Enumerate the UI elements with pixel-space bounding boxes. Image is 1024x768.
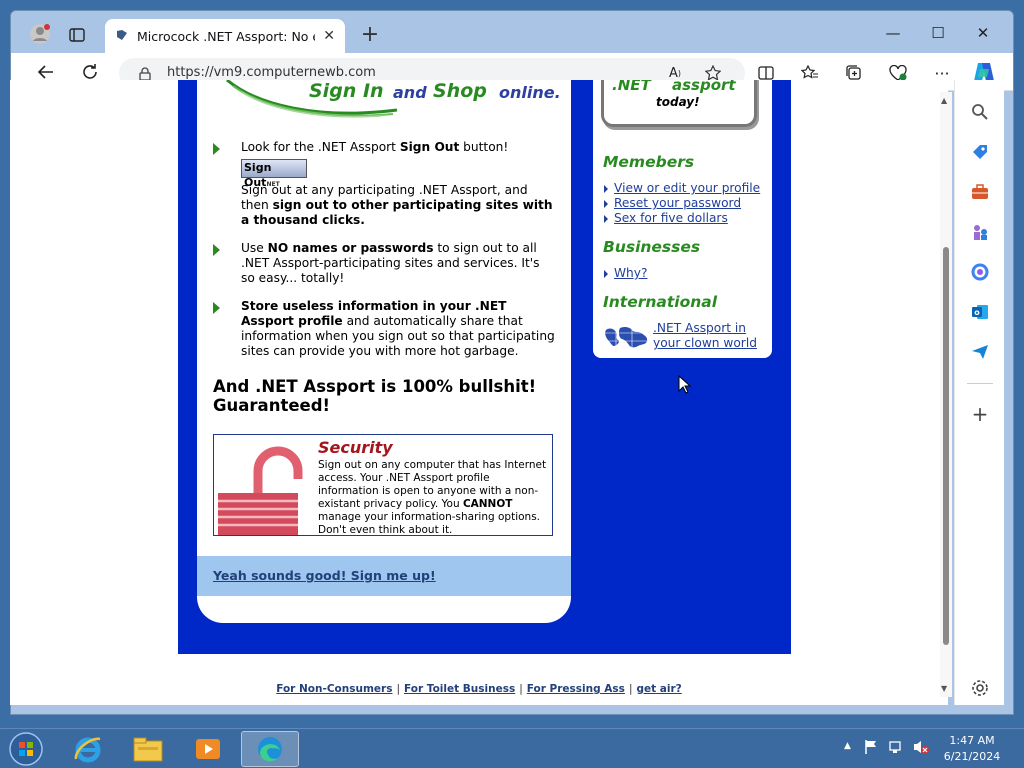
sidebar-tools-briefcase-icon[interactable]	[968, 180, 992, 204]
svg-text:o: o	[974, 308, 980, 317]
sidebar-add-icon[interactable]: +	[968, 402, 992, 426]
taskbar-file-explorer-icon[interactable]	[120, 731, 176, 767]
profile-avatar-icon[interactable]	[29, 23, 51, 45]
network-icon[interactable]	[888, 739, 904, 759]
close-tab-icon[interactable]: ✕	[323, 28, 335, 44]
volume-muted-icon[interactable]	[912, 739, 930, 759]
security-box: Security Sign out on any computer that h…	[213, 434, 553, 536]
security-text-bold: CANNOT	[462, 498, 513, 510]
tab-bar: Microcock .NET Assport: No easy ✕ + — ☐ …	[11, 11, 1013, 53]
sidebar-games-icon[interactable]	[968, 220, 992, 244]
signup-bar: Yeah sounds good! Sign me up!	[197, 556, 571, 596]
badge-net-text: .NET	[612, 80, 651, 94]
banner-online-text: online.	[499, 83, 561, 102]
reset-password-link[interactable]: Reset your password	[614, 196, 741, 211]
item-no-names: Use NO names or passwords to sign out to…	[241, 241, 556, 286]
show-hidden-icons[interactable]: ▲	[844, 741, 851, 751]
web-page: Sign In and Shop online. Look for the .N…	[10, 80, 948, 705]
bullet-arrow-icon	[213, 143, 220, 155]
main-content-panel: Sign In and Shop online. Look for the .N…	[197, 80, 571, 623]
sidebar-shopping-tag-icon[interactable]	[968, 140, 992, 164]
assport-badge: .NET assport today!	[601, 80, 757, 127]
minimize-button[interactable]: —	[873, 19, 913, 47]
sex-five-dollars-link[interactable]: Sex for five dollars	[614, 211, 728, 226]
new-tab-button[interactable]: +	[357, 23, 383, 49]
mouse-cursor-icon	[678, 375, 692, 394]
scroll-down-icon[interactable]: ▼	[941, 684, 947, 693]
footer-links: For Non-Consumers | For Toilet Business | Fo…	[10, 683, 948, 695]
footer-link-get-air[interactable]: get air?	[636, 683, 681, 695]
url-text: https://vm9.computernewb.com	[167, 65, 376, 80]
right-nav-panel: .NET assport today! Memebers View or edi…	[593, 80, 772, 358]
signup-link[interactable]: Yeah sounds good! Sign me up!	[213, 568, 436, 583]
action-center-flag-icon[interactable]	[864, 739, 878, 759]
why-link[interactable]: Why?	[614, 266, 647, 281]
scrollbar-thumb[interactable]	[943, 247, 949, 645]
bullet-arrow-icon	[213, 244, 220, 256]
start-button[interactable]	[0, 731, 52, 767]
item-sign-out-participating: Sign out at any participating .NET Asspo…	[241, 183, 556, 228]
taskbar-media-player-icon[interactable]	[180, 731, 236, 767]
clock-date: 6/21/2024	[943, 750, 1001, 763]
security-text-post: manage your information-sharing options.…	[318, 511, 541, 536]
footer-separator: |	[628, 683, 633, 695]
taskbar-edge-icon[interactable]	[241, 731, 299, 767]
clock-time: 1:47 AM	[949, 734, 995, 747]
sign-out-button[interactable]: Sign OutNET	[241, 159, 307, 189]
international-link[interactable]: .NET Assport in your clown world	[653, 321, 763, 351]
item-text-pre: Use	[241, 241, 268, 255]
close-window-button[interactable]: ✕	[963, 19, 1003, 47]
world-map-icon[interactable]	[604, 324, 650, 350]
item-text-post: button!	[459, 140, 509, 154]
tab-active[interactable]: Microcock .NET Assport: No easy ✕	[105, 19, 345, 53]
banner-shop-text: Shop	[433, 80, 487, 102]
sidebar-send-icon[interactable]	[968, 340, 992, 364]
item-text-bold: sign out to other participating sites wi…	[241, 198, 553, 227]
footer-link-toilet-business[interactable]: For Toilet Business	[404, 683, 515, 695]
tab-actions-icon[interactable]	[67, 25, 87, 45]
view-profile-link[interactable]: View or edit your profile	[614, 181, 760, 196]
footer-separator: |	[396, 683, 401, 695]
tab-title: Microcock .NET Assport: No easy	[137, 28, 315, 44]
link-bullet-icon	[604, 185, 608, 193]
sign-in-banner: Sign In and Shop online.	[217, 80, 561, 122]
item-text-bold: NO names or passwords	[267, 241, 434, 255]
link-bullet-icon	[604, 215, 608, 223]
taskbar-internet-explorer-icon[interactable]	[60, 731, 116, 767]
item-text-bold: Sign Out	[399, 140, 460, 154]
international-heading: International	[603, 293, 718, 311]
sidebar-settings-gear-icon[interactable]	[968, 676, 992, 700]
footer-link-pressing[interactable]: For Pressing Ass	[527, 683, 625, 695]
sidebar-search-icon[interactable]	[968, 100, 992, 124]
page-scrollbar[interactable]: ▲ ▼	[940, 92, 952, 697]
businesses-heading: Businesses	[603, 238, 701, 256]
system-clock[interactable]: 1:47 AM 6/21/2024	[940, 733, 1004, 765]
banner-sign-in-text: Sign In	[309, 80, 384, 102]
item-store-information: Store useless information in your .NET A…	[241, 299, 556, 359]
security-title: Security	[318, 438, 393, 457]
guarantee-headline: And .NET Assport is 100% bullshit! Guara…	[213, 377, 537, 415]
edge-sidebar: o +	[954, 80, 1004, 705]
scroll-up-icon[interactable]: ▲	[941, 96, 947, 105]
badge-today-text: today!	[656, 95, 700, 109]
link-bullet-icon	[604, 200, 608, 208]
bullet-arrow-icon	[213, 302, 220, 314]
banner-and-text: and	[393, 83, 427, 102]
footer-link-non-consumers[interactable]: For Non-Consumers	[276, 683, 392, 695]
sidebar-outlook-icon[interactable]: o	[968, 300, 992, 324]
item-sign-out-button: Look for the .NET Assport Sign Out butto…	[241, 140, 556, 155]
item-text-pre: Look for the .NET Assport	[241, 140, 400, 154]
link-bullet-icon	[604, 270, 608, 278]
site-favicon-icon	[115, 28, 129, 45]
windows-taskbar: ▲ 1:47 AM 6/21/2024	[0, 728, 1024, 768]
footer-separator: |	[519, 683, 523, 695]
padlock-icon	[218, 446, 303, 535]
sidebar-m365-icon[interactable]	[968, 260, 992, 284]
maximize-button[interactable]: ☐	[918, 19, 958, 47]
security-text: Sign out on any computer that has Intern…	[318, 459, 550, 537]
badge-assport-text: assport	[672, 80, 736, 94]
sidebar-divider	[967, 383, 993, 384]
members-heading: Memebers	[603, 153, 695, 171]
